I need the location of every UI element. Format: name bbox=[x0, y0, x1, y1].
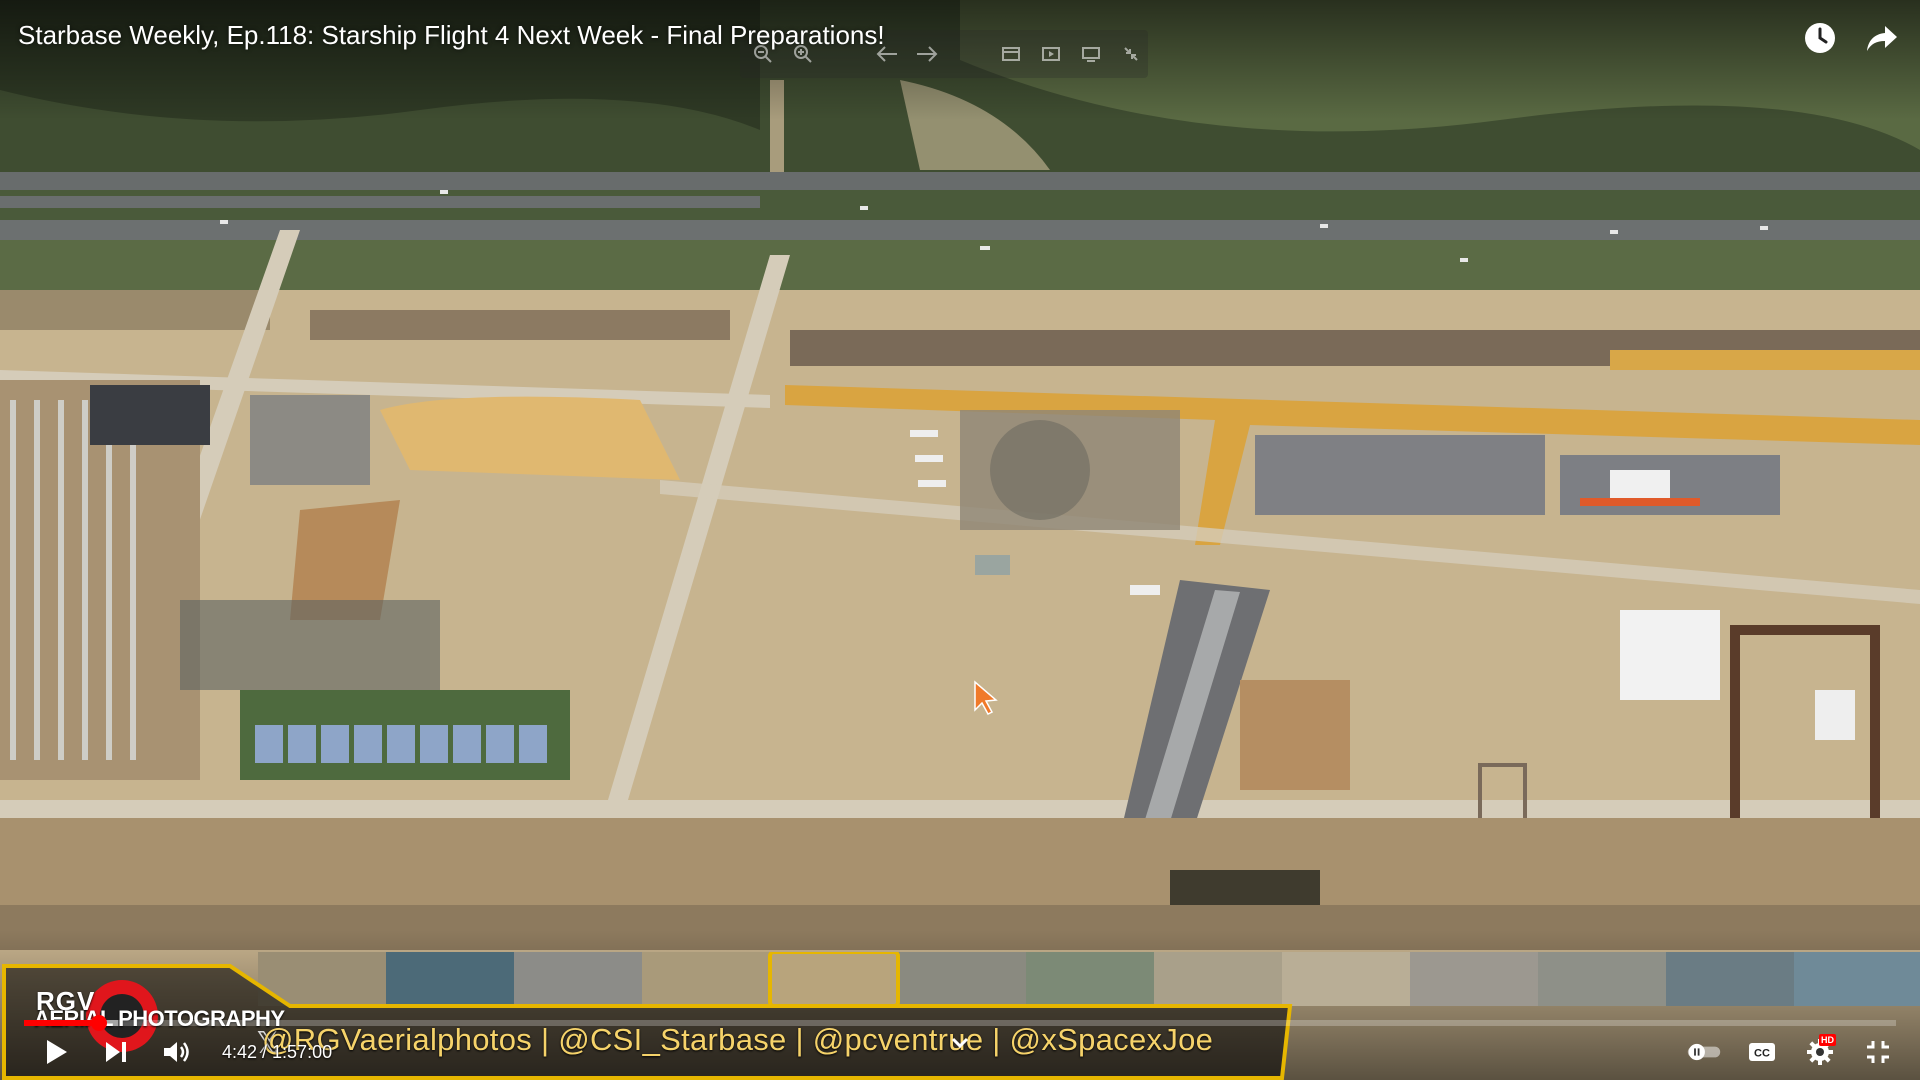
time-display: 4:42 / 1:57:00 bbox=[222, 1041, 333, 1062]
share-button[interactable] bbox=[1862, 18, 1902, 58]
cc-icon: CC bbox=[1749, 1043, 1775, 1061]
chevron-down-icon[interactable] bbox=[950, 1036, 970, 1055]
play-icon bbox=[47, 1040, 67, 1064]
play-box-icon[interactable] bbox=[1038, 41, 1064, 67]
next-button[interactable] bbox=[98, 1034, 134, 1070]
progress-bar[interactable] bbox=[24, 1015, 1896, 1031]
settings-button[interactable]: HD bbox=[1802, 1034, 1838, 1070]
progress-played bbox=[24, 1020, 99, 1026]
window-icon[interactable] bbox=[998, 41, 1024, 67]
play-button[interactable] bbox=[38, 1034, 74, 1070]
hd-badge: HD bbox=[1819, 1034, 1836, 1046]
autoplay-toggle-icon bbox=[1687, 1043, 1721, 1061]
arrow-right-icon[interactable] bbox=[914, 41, 940, 67]
exit-fullscreen-button[interactable] bbox=[1860, 1034, 1896, 1070]
skip-next-icon bbox=[106, 1042, 126, 1062]
clock-icon bbox=[1805, 23, 1835, 53]
captions-button[interactable]: CC bbox=[1744, 1034, 1780, 1070]
autoplay-toggle[interactable] bbox=[1686, 1034, 1722, 1070]
svg-text:CC: CC bbox=[1754, 1048, 1770, 1060]
video-frame[interactable] bbox=[0, 0, 1920, 1080]
logo-text-aerial: AERIAL PHOTOGRAPHY bbox=[34, 1006, 285, 1031]
volume-icon bbox=[164, 1042, 189, 1062]
collapse-icon[interactable] bbox=[1118, 41, 1144, 67]
exit-fullscreen-icon bbox=[1867, 1041, 1889, 1063]
video-player[interactable]: Starbase Weekly, Ep.118: Starship Flight… bbox=[0, 0, 1920, 1080]
social-handles: @RGVaerialphotos | @CSI_Starbase | @pcve… bbox=[262, 1022, 1214, 1057]
share-icon bbox=[1867, 26, 1897, 51]
progress-track bbox=[24, 1020, 1896, 1026]
monitor-icon[interactable] bbox=[1078, 41, 1104, 67]
mute-button[interactable] bbox=[158, 1034, 194, 1070]
video-title[interactable]: Starbase Weekly, Ep.118: Starship Flight… bbox=[18, 20, 885, 51]
watch-later-button[interactable] bbox=[1800, 18, 1840, 58]
progress-scrubber[interactable] bbox=[90, 1015, 107, 1031]
